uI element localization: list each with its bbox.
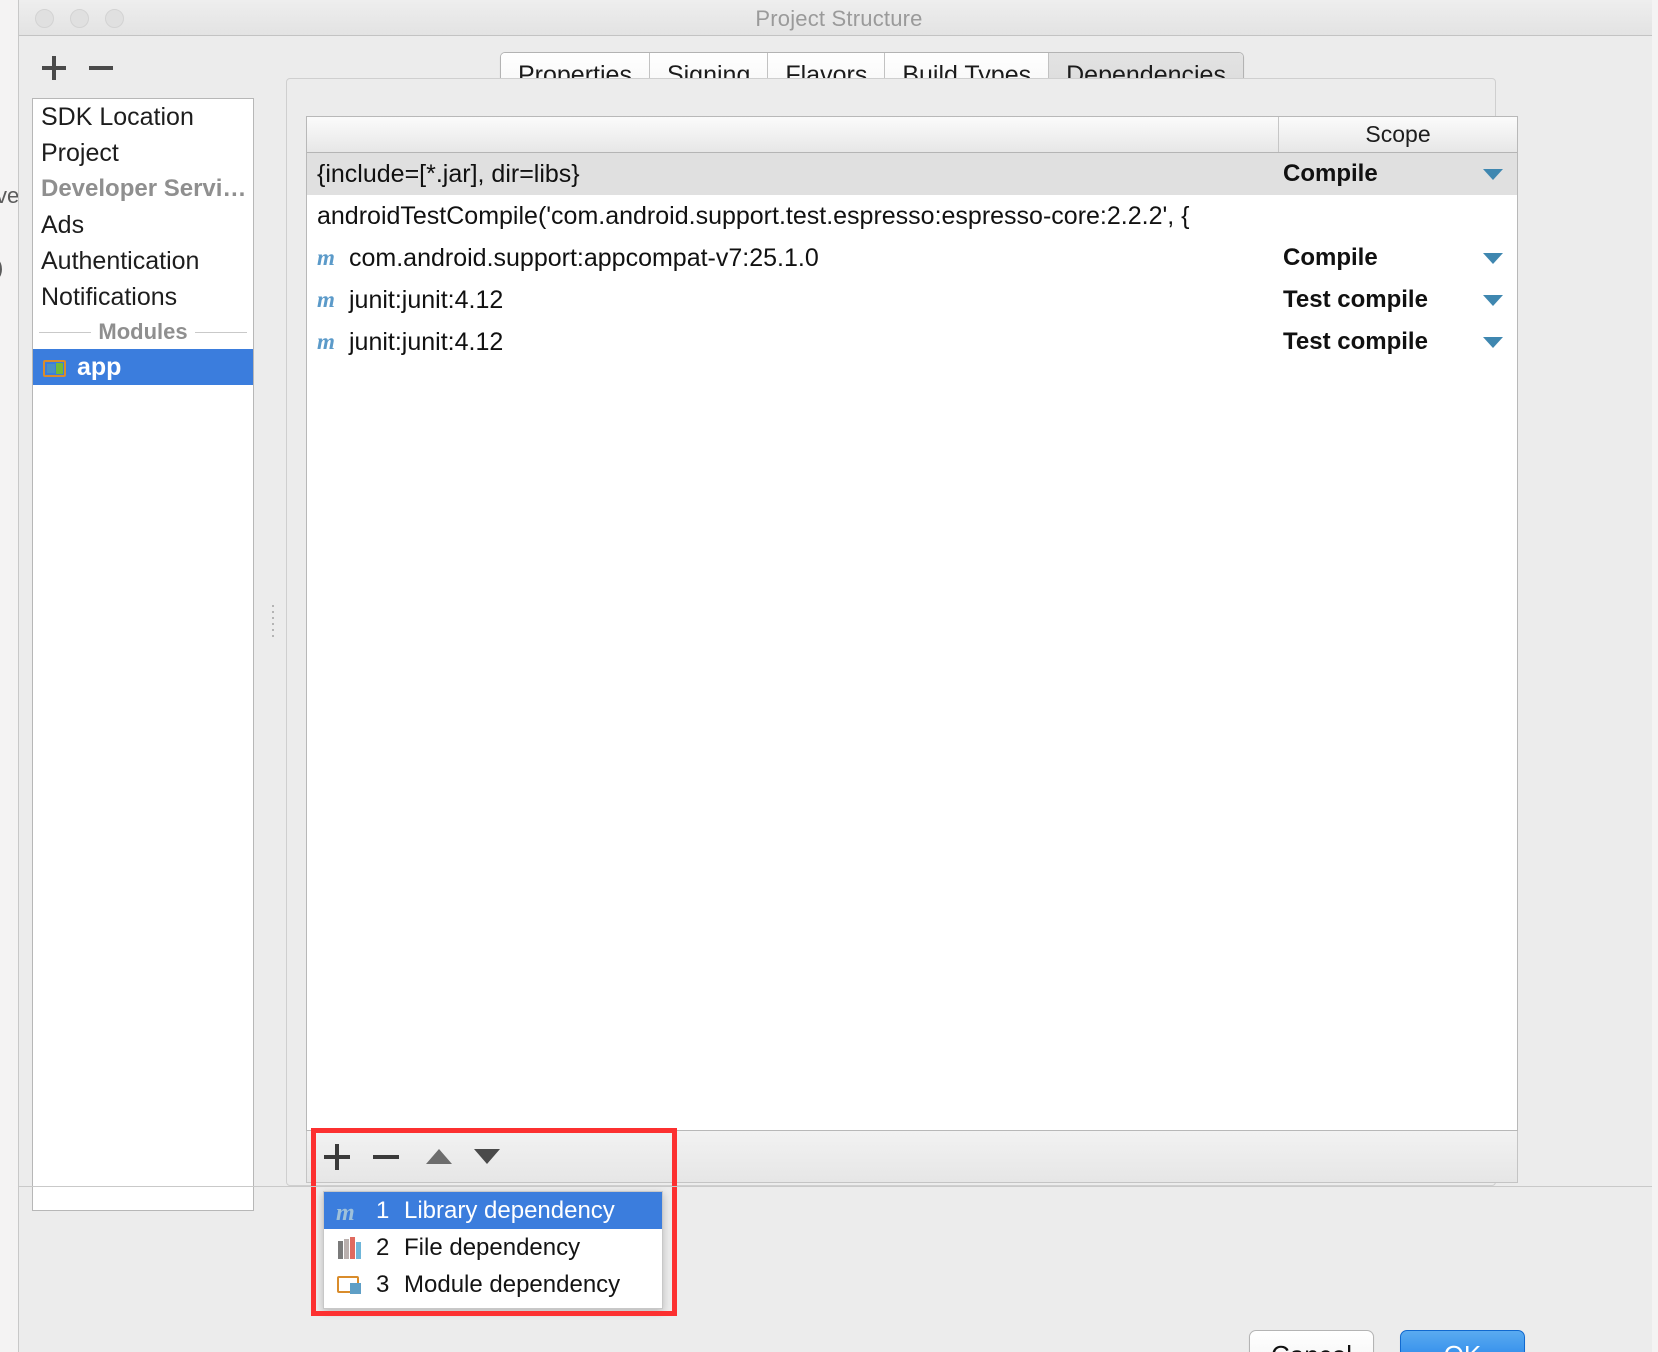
- menu-item-module-dependency[interactable]: 3 Module dependency: [324, 1266, 662, 1303]
- sidebar-item-project[interactable]: Project: [33, 135, 253, 171]
- menu-item-number: 3: [376, 1270, 390, 1298]
- background-text-fragment-1: ve: [0, 183, 20, 208]
- dependency-scope-cell[interactable]: Compile: [1279, 244, 1517, 272]
- sidebar-item-authentication[interactable]: Authentication: [33, 243, 253, 279]
- menu-item-file-dependency[interactable]: 2 File dependency: [324, 1229, 662, 1266]
- sidebar-module-app[interactable]: app: [33, 349, 253, 385]
- table-row[interactable]: {include=[*.jar], dir=libs} Compile: [307, 153, 1517, 195]
- menu-item-number: 2: [376, 1233, 390, 1261]
- dependency-name: {include=[*.jar], dir=libs}: [317, 159, 580, 188]
- maven-icon: m: [317, 329, 335, 354]
- books-icon: [336, 1236, 366, 1260]
- dependency-name: junit:junit:4.12: [349, 285, 504, 314]
- sidebar-item-notifications[interactable]: Notifications: [33, 279, 253, 315]
- dependency-name: com.android.support:appcompat-v7:25.1.0: [349, 243, 819, 272]
- maven-icon: m: [336, 1199, 355, 1226]
- column-header-scope[interactable]: Scope: [1279, 117, 1517, 152]
- right-edge-bleed: [1652, 0, 1658, 1352]
- move-down-button[interactable]: [467, 1131, 517, 1183]
- table-row[interactable]: m junit:junit:4.12 Test compile: [307, 279, 1517, 321]
- dependency-scope-cell[interactable]: Test compile: [1279, 286, 1517, 314]
- maven-icon: m: [317, 245, 335, 270]
- dependency-scope-cell[interactable]: Test compile: [1279, 328, 1517, 356]
- folder-blue-square: [47, 364, 55, 373]
- sidebar-item-sdk-location[interactable]: SDK Location: [33, 99, 253, 135]
- separator-line-right: [195, 332, 247, 333]
- scope-value: Test compile: [1283, 286, 1428, 313]
- menu-item-label: Library dependency: [404, 1196, 615, 1224]
- chevron-down-icon[interactable]: [1483, 252, 1503, 264]
- app-root: ve ) Project Structure SDK Location: [0, 0, 1658, 1352]
- table-row[interactable]: m com.android.support:appcompat-v7:25.1.…: [307, 237, 1517, 279]
- project-structure-window: Project Structure SDK Location Project D…: [18, 0, 1658, 1352]
- add-module-icon[interactable]: [39, 53, 69, 83]
- remove-dependency-button[interactable]: [369, 1131, 419, 1183]
- footer-divider: [19, 1186, 1658, 1187]
- scope-value: Test compile: [1283, 328, 1428, 355]
- table-header-row: Scope: [307, 117, 1517, 153]
- sidebar-toolbar: [19, 36, 262, 98]
- menu-item-label: Module dependency: [404, 1270, 621, 1298]
- chevron-down-icon[interactable]: [1483, 294, 1503, 306]
- dependencies-toolbar: [306, 1131, 1518, 1183]
- dependency-name: junit:junit:4.12: [349, 327, 504, 356]
- sidebar-modules-separator: Modules: [33, 315, 253, 349]
- column-header-name[interactable]: [307, 117, 1279, 152]
- window-title: Project Structure: [755, 6, 923, 31]
- scope-value: Compile: [1283, 160, 1378, 187]
- menu-item-label: File dependency: [404, 1233, 581, 1261]
- folder-icon: [336, 1273, 366, 1297]
- dependency-name-cell: m junit:junit:4.12: [307, 286, 1279, 315]
- move-up-button[interactable]: [419, 1131, 469, 1183]
- remove-module-icon[interactable]: [89, 66, 113, 70]
- table-row[interactable]: androidTestCompile('com.android.support.…: [307, 195, 1517, 237]
- add-dependency-button[interactable]: [321, 1131, 371, 1183]
- dependency-name-cell: m junit:junit:4.12: [307, 328, 1279, 357]
- ok-button[interactable]: OK: [1400, 1330, 1525, 1352]
- module-label: app: [77, 353, 122, 381]
- module-folder-icon: [43, 357, 67, 377]
- dependencies-table: Scope {include=[*.jar], dir=libs} Compil…: [306, 116, 1518, 1131]
- dependency-scope-cell[interactable]: Compile: [1279, 160, 1517, 188]
- separator-line-left: [39, 332, 91, 333]
- arrow-down-icon: [474, 1149, 500, 1164]
- sidebar-group-developer-services[interactable]: Developer Servi…: [33, 171, 253, 207]
- cancel-button[interactable]: Cancel: [1249, 1330, 1374, 1352]
- menu-item-library-dependency[interactable]: m 1 Library dependency: [324, 1192, 662, 1229]
- menu-item-number: 1: [376, 1196, 390, 1224]
- folder-green-square: [56, 363, 63, 374]
- dialog-body: SDK Location Project Developer Servi… Ad…: [19, 36, 1658, 1352]
- add-dependency-menu[interactable]: m 1 Library dependency 2 File dependency…: [323, 1191, 663, 1309]
- sidebar: SDK Location Project Developer Servi… Ad…: [19, 36, 274, 1266]
- sidebar-tree[interactable]: SDK Location Project Developer Servi… Ad…: [32, 98, 254, 1211]
- window-titlebar: Project Structure: [19, 0, 1658, 36]
- panel-splitter-handle[interactable]: [269, 601, 277, 641]
- arrow-up-icon: [426, 1149, 452, 1164]
- sidebar-item-ads[interactable]: Ads: [33, 207, 253, 243]
- table-row[interactable]: m junit:junit:4.12 Test compile: [307, 321, 1517, 363]
- maven-icon: m: [317, 287, 335, 312]
- chevron-down-icon[interactable]: [1483, 168, 1503, 180]
- scope-value: Compile: [1283, 244, 1378, 271]
- dependency-name: androidTestCompile('com.android.support.…: [317, 201, 1190, 230]
- chevron-down-icon[interactable]: [1483, 336, 1503, 348]
- dependency-name-cell: m com.android.support:appcompat-v7:25.1.…: [307, 244, 1279, 273]
- background-text-fragment-2: ): [0, 255, 3, 281]
- separator-label: Modules: [98, 319, 188, 344]
